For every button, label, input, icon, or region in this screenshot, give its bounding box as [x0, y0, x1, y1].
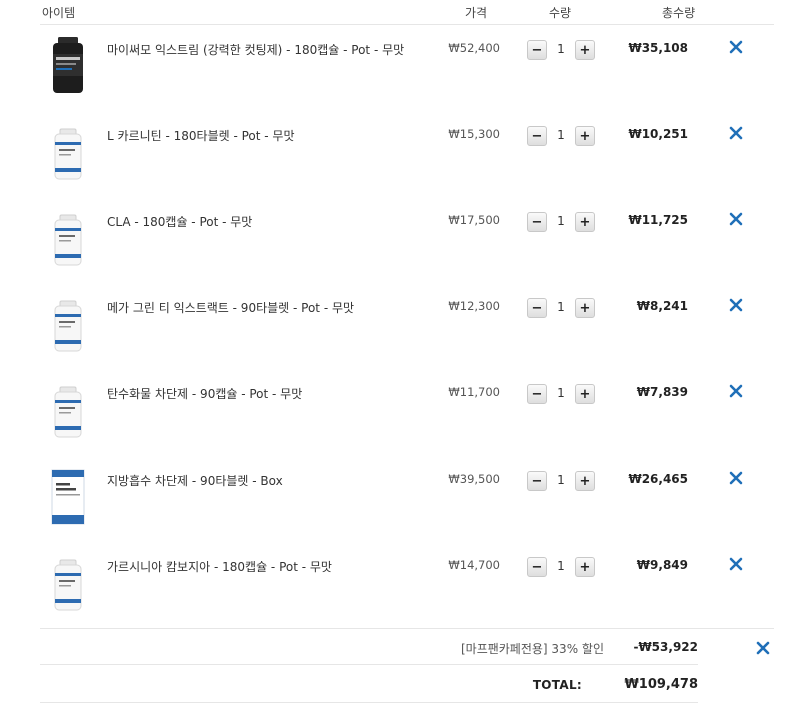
quantity-stepper: −1 + — [527, 212, 597, 232]
product-image[interactable] — [48, 467, 88, 525]
quantity-value[interactable]: 1 — [547, 386, 575, 400]
unit-price: ₩15,300 — [448, 127, 500, 141]
quantity-value[interactable]: 1 — [547, 559, 575, 573]
unit-price: ₩11,700 — [448, 385, 500, 399]
unit-price: ₩17,500 — [448, 213, 500, 227]
product-image[interactable] — [48, 208, 88, 266]
decrease-quantity-button[interactable]: − — [527, 471, 547, 491]
quantity-value[interactable]: 1 — [547, 473, 575, 487]
cart-item-row: 가르시니아 캄보지아 - 180캡슐 - Pot - 무맛 ₩14,700 −1 + ₩… — [0, 547, 800, 633]
quantity-stepper: −1 + — [527, 384, 597, 404]
quantity-stepper: −1 + — [527, 471, 597, 491]
unit-price: ₩39,500 — [448, 472, 500, 486]
product-image[interactable] — [48, 36, 88, 94]
increase-quantity-button[interactable]: + — [575, 40, 595, 60]
quantity-stepper: −1 + — [527, 298, 597, 318]
increase-quantity-button[interactable]: + — [575, 384, 595, 404]
remove-item-icon[interactable] — [728, 297, 744, 313]
product-name[interactable]: 마이써모 익스트림 (강력한 컷팅제) - 180캡슐 - Pot - 무맛 — [107, 41, 404, 58]
line-total: ₩35,108 — [628, 41, 688, 55]
unit-price: ₩52,400 — [448, 41, 500, 55]
product-name[interactable]: 지방흡수 차단제 - 90타블렛 - Box — [107, 472, 283, 489]
remove-item-icon[interactable] — [728, 211, 744, 227]
total-label: TOTAL: — [532, 678, 582, 692]
line-total: ₩11,725 — [628, 213, 688, 227]
cart-item-row: 마이써모 익스트림 (강력한 컷팅제) - 180캡슐 - Pot - 무맛 ₩5… — [0, 30, 800, 116]
increase-quantity-button[interactable]: + — [575, 126, 595, 146]
product-name[interactable]: CLA - 180캡슐 - Pot - 무맛 — [107, 213, 252, 230]
column-header-total: 총수량 — [662, 6, 696, 20]
product-name[interactable]: 메가 그린 티 익스트랙트 - 90타블렛 - Pot - 무맛 — [107, 299, 354, 316]
quantity-stepper: −1 + — [527, 557, 597, 577]
remove-item-icon[interactable] — [728, 383, 744, 399]
remove-item-icon[interactable] — [728, 470, 744, 486]
total-value: ₩109,478 — [624, 677, 698, 692]
decrease-quantity-button[interactable]: − — [527, 40, 547, 60]
cart-item-row: L 카르니틴 - 180타블렛 - Pot - 무맛 ₩15,300 −1 + ₩10,… — [0, 116, 800, 202]
quantity-value[interactable]: 1 — [547, 128, 575, 142]
product-image[interactable] — [48, 380, 88, 438]
remove-item-icon[interactable] — [728, 125, 744, 141]
line-total: ₩8,241 — [636, 299, 688, 313]
discount-value: -₩53,922 — [633, 640, 698, 654]
quantity-stepper: −1 + — [527, 40, 597, 60]
increase-quantity-button[interactable]: + — [575, 212, 595, 232]
decrease-quantity-button[interactable]: − — [527, 557, 547, 577]
discount-divider — [40, 628, 774, 629]
line-total: ₩10,251 — [628, 127, 688, 141]
decrease-quantity-button[interactable]: − — [527, 298, 547, 318]
cart-item-row: 지방흡수 차단제 - 90타블렛 - Box ₩39,500 −1 + ₩26,465 — [0, 461, 800, 547]
cart-table-header: 아이템 가격 수량 총수량 — [0, 0, 800, 24]
decrease-quantity-button[interactable]: − — [527, 212, 547, 232]
unit-price: ₩12,300 — [448, 299, 500, 313]
line-total: ₩26,465 — [628, 472, 688, 486]
product-image[interactable] — [48, 294, 88, 352]
cart-item-row: CLA - 180캡슐 - Pot - 무맛 ₩17,500 −1 + ₩11,725 — [0, 202, 800, 288]
product-name[interactable]: 가르시니아 캄보지아 - 180캡슐 - Pot - 무맛 — [107, 558, 332, 575]
total-divider-bottom — [40, 702, 698, 703]
remove-item-icon[interactable] — [728, 39, 744, 55]
increase-quantity-button[interactable]: + — [575, 471, 595, 491]
quantity-stepper: −1 + — [527, 126, 597, 146]
product-name[interactable]: 탄수화물 차단제 - 90캡슐 - Pot - 무맛 — [107, 385, 302, 402]
total-divider-top — [40, 664, 698, 665]
remove-discount-icon[interactable] — [755, 640, 771, 656]
increase-quantity-button[interactable]: + — [575, 557, 595, 577]
cart-item-row: 메가 그린 티 익스트랙트 - 90타블렛 - Pot - 무맛 ₩12,300 −… — [0, 288, 800, 374]
increase-quantity-button[interactable]: + — [575, 298, 595, 318]
discount-label: [마프팬카페전용] 33% 할인 — [460, 642, 604, 656]
unit-price: ₩14,700 — [448, 558, 500, 572]
column-header-price: 가격 — [465, 6, 488, 20]
cart-item-row: 탄수화물 차단제 - 90캡슐 - Pot - 무맛 ₩11,700 −1 + ₩7,8… — [0, 374, 800, 460]
line-total: ₩9,849 — [636, 558, 688, 572]
column-header-item: 아이템 — [42, 6, 76, 20]
product-name[interactable]: L 카르니틴 - 180타블렛 - Pot - 무맛 — [107, 127, 295, 144]
header-divider — [40, 24, 774, 25]
product-image[interactable] — [48, 553, 88, 611]
column-header-quantity: 수량 — [549, 6, 572, 20]
remove-item-icon[interactable] — [728, 556, 744, 572]
decrease-quantity-button[interactable]: − — [527, 384, 547, 404]
quantity-value[interactable]: 1 — [547, 42, 575, 56]
line-total: ₩7,839 — [636, 385, 688, 399]
product-image[interactable] — [48, 122, 88, 180]
quantity-value[interactable]: 1 — [547, 300, 575, 314]
decrease-quantity-button[interactable]: − — [527, 126, 547, 146]
quantity-value[interactable]: 1 — [547, 214, 575, 228]
